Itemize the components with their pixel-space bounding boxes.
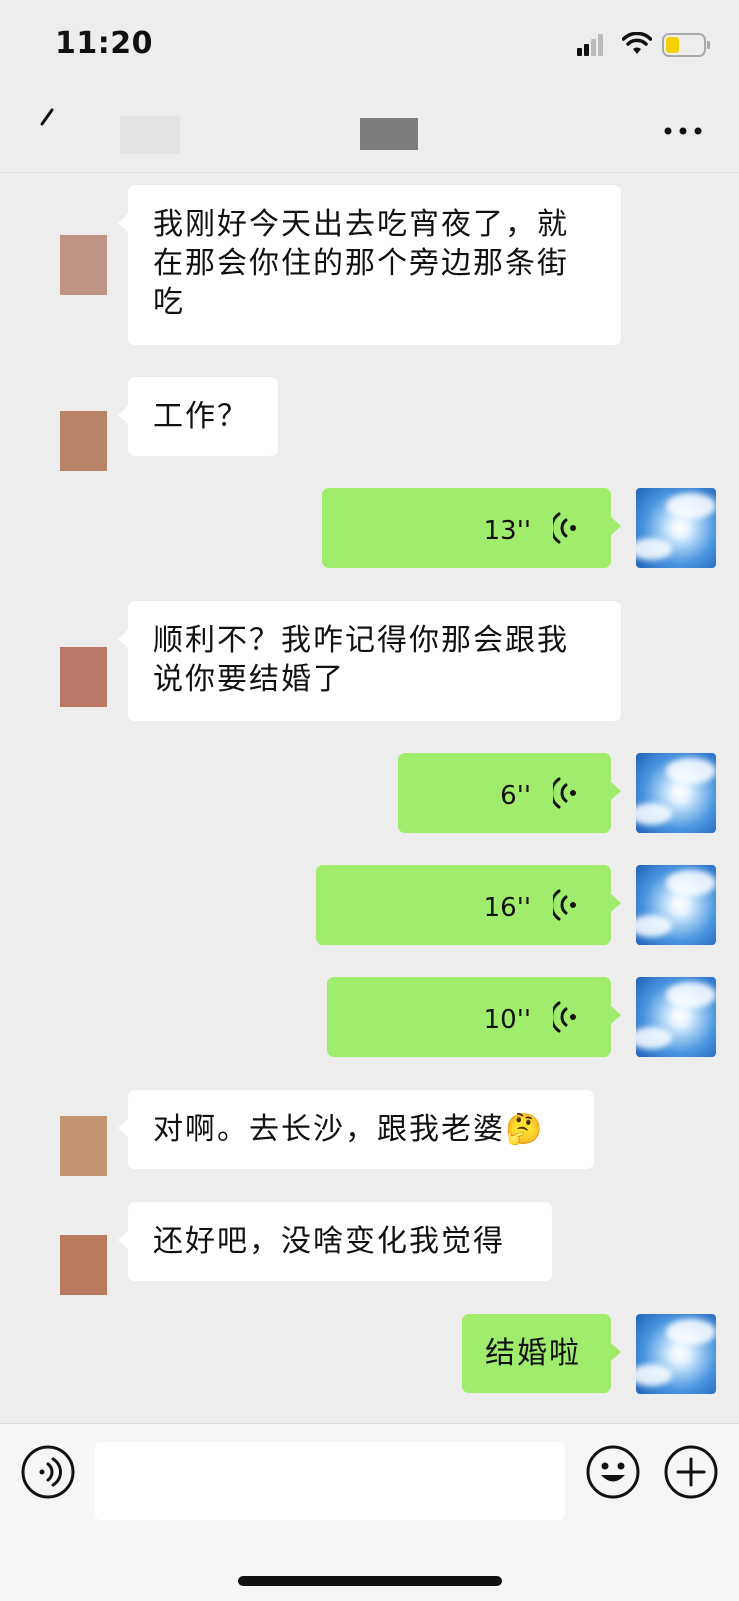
my-avatar[interactable] [636, 753, 716, 833]
voice-wave-icon [553, 512, 576, 544]
voice-wave-icon [553, 1001, 576, 1033]
voice-toggle-icon[interactable] [20, 1444, 76, 1500]
message-bubble-sent[interactable]: 结婚啦 [462, 1314, 621, 1393]
message-bubble-received[interactable]: 对啊。去长沙，跟我老婆🤔 [118, 1090, 594, 1169]
nav-bar [0, 92, 739, 173]
voice-message-bubble[interactable]: 6'' [398, 753, 621, 833]
emoji-icon[interactable] [585, 1444, 641, 1500]
contact-avatar[interactable] [60, 647, 107, 707]
plus-icon[interactable] [663, 1444, 719, 1500]
message-text: 还好吧，没啥变化我觉得 [153, 1224, 505, 1259]
voice-duration: 16'' [483, 893, 531, 923]
my-avatar[interactable] [636, 977, 716, 1057]
message-bubble-received[interactable]: 还好吧，没啥变化我觉得 [118, 1202, 552, 1281]
chat-area[interactable]: 我刚好今天出去吃宵夜了，就在那会你住的那个旁边那条街吃 工作？ 13'' 顺利不… [0, 173, 739, 1423]
voice-message-bubble[interactable]: 13'' [322, 488, 621, 568]
message-bubble-received[interactable]: 顺利不？我咋记得你那会跟我说你要结婚了 [118, 601, 621, 721]
voice-message-bubble[interactable]: 16'' [316, 865, 621, 945]
message-input[interactable] [95, 1442, 565, 1520]
contact-avatar[interactable] [60, 235, 107, 295]
battery-icon [662, 33, 710, 57]
my-avatar[interactable] [636, 865, 716, 945]
more-icon[interactable] [664, 126, 702, 136]
voice-wave-icon [553, 777, 576, 809]
status-time: 11:20 [55, 26, 153, 61]
voice-wave-icon [553, 889, 576, 921]
voice-duration: 13'' [483, 516, 531, 546]
battery-level-fill [666, 37, 679, 53]
contact-avatar[interactable] [60, 1116, 107, 1176]
input-bar [0, 1423, 739, 1601]
redacted-title-block [360, 118, 418, 150]
back-icon[interactable] [38, 104, 58, 144]
message-bubble-received[interactable]: 工作？ [118, 377, 278, 456]
message-text: 我刚好今天出去吃宵夜了，就在那会你住的那个旁边那条街吃 [153, 207, 569, 320]
voice-message-bubble[interactable]: 10'' [327, 977, 621, 1057]
message-text: 工作？ [153, 399, 249, 434]
contact-avatar[interactable] [60, 1235, 107, 1295]
redacted-title-block [120, 116, 180, 154]
contact-avatar[interactable] [60, 411, 107, 471]
home-indicator[interactable] [238, 1576, 502, 1586]
status-bar: 11:20 [0, 0, 739, 92]
message-bubble-received[interactable]: 我刚好今天出去吃宵夜了，就在那会你住的那个旁边那条街吃 [118, 185, 621, 345]
my-avatar[interactable] [636, 1314, 716, 1394]
thinking-face-emoji: 🤔 [505, 1112, 545, 1147]
voice-duration: 10'' [483, 1005, 531, 1035]
my-avatar[interactable] [636, 488, 716, 568]
message-text: 对啊。去长沙，跟我老婆 [153, 1112, 505, 1147]
message-text: 结婚啦 [485, 1336, 581, 1371]
signal-icon [577, 34, 603, 56]
voice-duration: 6'' [500, 781, 531, 811]
message-text: 顺利不？我咋记得你那会跟我说你要结婚了 [153, 623, 569, 697]
wifi-icon [622, 32, 652, 54]
